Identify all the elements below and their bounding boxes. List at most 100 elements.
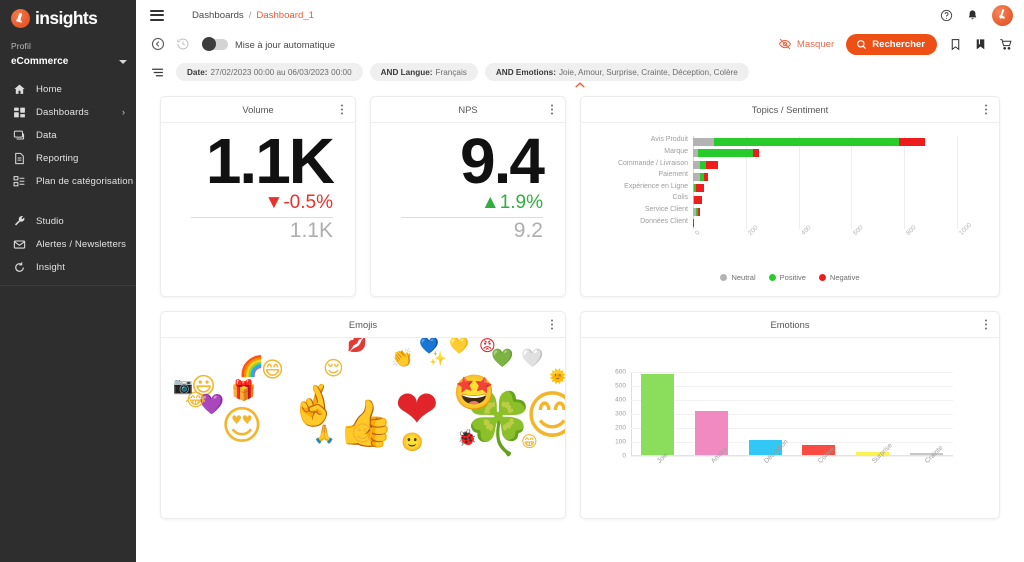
emoji-item[interactable]: 🙏 — [313, 426, 335, 444]
breadcrumb-root[interactable]: Dashboards — [192, 10, 244, 21]
topics-category-label: Expérience en Ligne — [624, 182, 688, 190]
emoji-item[interactable]: 🐞 — [457, 430, 477, 446]
sidebar-divider — [0, 285, 136, 286]
emoji-item[interactable]: ✨ — [429, 352, 446, 366]
emoji-item[interactable]: 🌈 — [239, 356, 264, 376]
sidebar-item-alertes-newsletters[interactable]: Alertes / Newsletters — [0, 233, 136, 256]
emoji-item[interactable]: 👏 — [391, 350, 413, 368]
topics-bar-row[interactable]: Service Client — [645, 206, 957, 216]
emotions-gridline — [631, 414, 953, 415]
filter-chip-emotions[interactable]: AND Emotions: Joie, Amour, Surprise, Cra… — [484, 63, 749, 81]
sidebar-item-plan-de-categorisation[interactable]: Plan de catégorisation — [0, 170, 136, 193]
chevron-up-icon[interactable] — [575, 81, 586, 91]
sidebar-item-label: Studio — [36, 216, 64, 227]
sidebar-item-label: Reporting — [36, 153, 79, 164]
emoji-item[interactable]: 😡 — [479, 338, 496, 354]
topics-bar-segment-negative[interactable] — [752, 149, 759, 158]
topics-bar-segment-negative[interactable] — [703, 172, 709, 181]
sidebar-item-data[interactable]: Data — [0, 124, 136, 147]
emoji-item[interactable]: 📷 — [173, 378, 193, 394]
profile-selector[interactable]: eCommerce — [0, 53, 136, 70]
topics-bar-segment-negative[interactable] — [695, 184, 705, 193]
legend-item-neutral[interactable]: Neutral — [720, 273, 756, 282]
topics-bar-segment-positive[interactable] — [714, 137, 899, 146]
topics-bar-segment-neutral[interactable] — [693, 137, 715, 146]
topics-bar-row[interactable]: Colis — [672, 194, 957, 204]
topics-bar-segment-negative[interactable] — [898, 137, 926, 146]
emoji-item[interactable]: 🎁 — [231, 380, 256, 400]
back-arrow-icon[interactable] — [150, 37, 165, 52]
emoji-item[interactable]: 🤍 — [521, 350, 543, 368]
emoji-item[interactable]: 😄 — [261, 360, 284, 382]
sidebar-item-dashboards[interactable]: Dashboards › — [0, 101, 136, 124]
legend-item-negative[interactable]: Negative — [818, 273, 860, 282]
sidebar-item-studio[interactable]: Studio — [0, 210, 136, 233]
topics-category-label: Commande / Livraison — [617, 159, 688, 167]
filter-bar: Date: 27/02/2023 00:00 au 06/03/2023 00:… — [136, 58, 1024, 88]
emoji-item[interactable]: 😁 — [521, 434, 538, 450]
card-body: 1.1K ▼-0.5% 1.1K — [161, 123, 355, 296]
filter-chip-langue[interactable]: AND Langue: Français — [369, 63, 478, 81]
brand-logo[interactable]: insights — [0, 0, 136, 35]
legend-item-positive[interactable]: Positive — [768, 273, 806, 282]
filter-lines-icon[interactable] — [150, 66, 164, 78]
emoji-item[interactable]: 🌞 — [549, 370, 565, 384]
emoji-item[interactable]: 😉 — [351, 424, 374, 446]
app-root: insights Profil eCommerce Home Dashboard… — [0, 0, 1024, 562]
topics-bar-row[interactable]: Marque — [664, 148, 957, 158]
emoji-item[interactable]: 🤞 — [289, 386, 339, 426]
kebab-menu-icon[interactable] — [981, 318, 991, 331]
topics-bar-row[interactable]: Paiement — [658, 171, 957, 181]
board-row-2: Emojis ❤🍀😊👍😍🤞🤩😁😃😄😌🌈🎁💜💚🤍🧡💙💛😡🖤🌸🙏😉🐞🍏✨😂📷👏💋🌞😀… — [160, 311, 1000, 519]
topics-bar-segment-negative[interactable] — [697, 207, 701, 216]
topics-bar-row[interactable]: Avis Produit — [651, 136, 957, 146]
card-body: 0 200 400 600 800 1000 Avis Produit Marque Comma… — [581, 123, 999, 296]
emoji-item[interactable]: 😍 — [221, 406, 263, 446]
topics-plot-area: 0 200 400 600 800 1000 Avis Produit Marque Comma… — [618, 136, 973, 237]
kebab-menu-icon[interactable] — [547, 103, 557, 116]
top-bar: Dashboards / Dashboard_1 — [136, 0, 1024, 30]
sidebar-item-home[interactable]: Home — [0, 78, 136, 101]
topics-bar-segment-neutral[interactable] — [693, 161, 700, 170]
bell-icon[interactable] — [966, 9, 979, 22]
legend-dot — [720, 274, 728, 281]
hamburger-menu-icon[interactable] — [150, 9, 164, 21]
topics-bar-row[interactable]: Expérience en Ligne — [624, 183, 957, 193]
sidebar-item-insight[interactable]: Insight — [0, 256, 136, 279]
shopping-cart-icon[interactable] — [999, 38, 1013, 51]
sidebar-item-reporting[interactable]: Reporting — [0, 147, 136, 170]
emoji-item[interactable]: 😌 — [323, 358, 344, 378]
emotions-bar[interactable] — [641, 373, 675, 455]
topics-bar-segment-neutral[interactable] — [693, 172, 700, 181]
bookmark-outline-icon[interactable] — [949, 38, 962, 51]
emoji-item[interactable]: 🤩 — [453, 376, 495, 410]
help-circle-icon[interactable] — [940, 9, 953, 22]
emotions-y-tick: 300 — [615, 410, 626, 418]
bookmark-filled-icon[interactable] — [974, 38, 987, 51]
topics-bar-row[interactable]: Commande / Livraison — [618, 160, 957, 170]
sidebar: insights Profil eCommerce Home Dashboard… — [0, 0, 136, 562]
kebab-menu-icon[interactable] — [981, 103, 991, 116]
breadcrumb-current[interactable]: Dashboard_1 — [256, 10, 314, 21]
kebab-menu-icon[interactable] — [547, 318, 557, 331]
toggle-knob — [202, 37, 216, 51]
history-clock-icon[interactable] — [175, 37, 190, 52]
filter-chip-value: Français — [435, 67, 467, 77]
categorization-plan-icon — [13, 175, 26, 188]
topics-bar-segment-negative[interactable] — [694, 195, 703, 204]
user-avatar[interactable] — [992, 4, 1013, 26]
topics-bar-row[interactable]: Données Client — [640, 218, 957, 228]
hide-button[interactable]: Masquer — [778, 37, 834, 51]
topics-bar-segment-negative[interactable] — [705, 161, 719, 170]
emoji-item[interactable]: 💋 — [347, 338, 367, 352]
topics-bar-segment-negative[interactable] — [693, 219, 695, 228]
emoji-item[interactable]: 💛 — [449, 338, 469, 354]
topics-bar-segment-positive[interactable] — [697, 149, 753, 158]
auto-refresh-label: Mise à jour automatique — [235, 38, 336, 50]
emoji-item[interactable]: ❤ — [395, 384, 439, 436]
search-button[interactable]: Rechercher — [846, 33, 937, 55]
filter-chip-date[interactable]: Date: 27/02/2023 00:00 au 06/03/2023 00:… — [176, 63, 363, 81]
emoji-item[interactable]: 🙂 — [401, 434, 423, 452]
auto-refresh-toggle[interactable] — [202, 37, 228, 51]
kebab-menu-icon[interactable] — [337, 103, 347, 116]
